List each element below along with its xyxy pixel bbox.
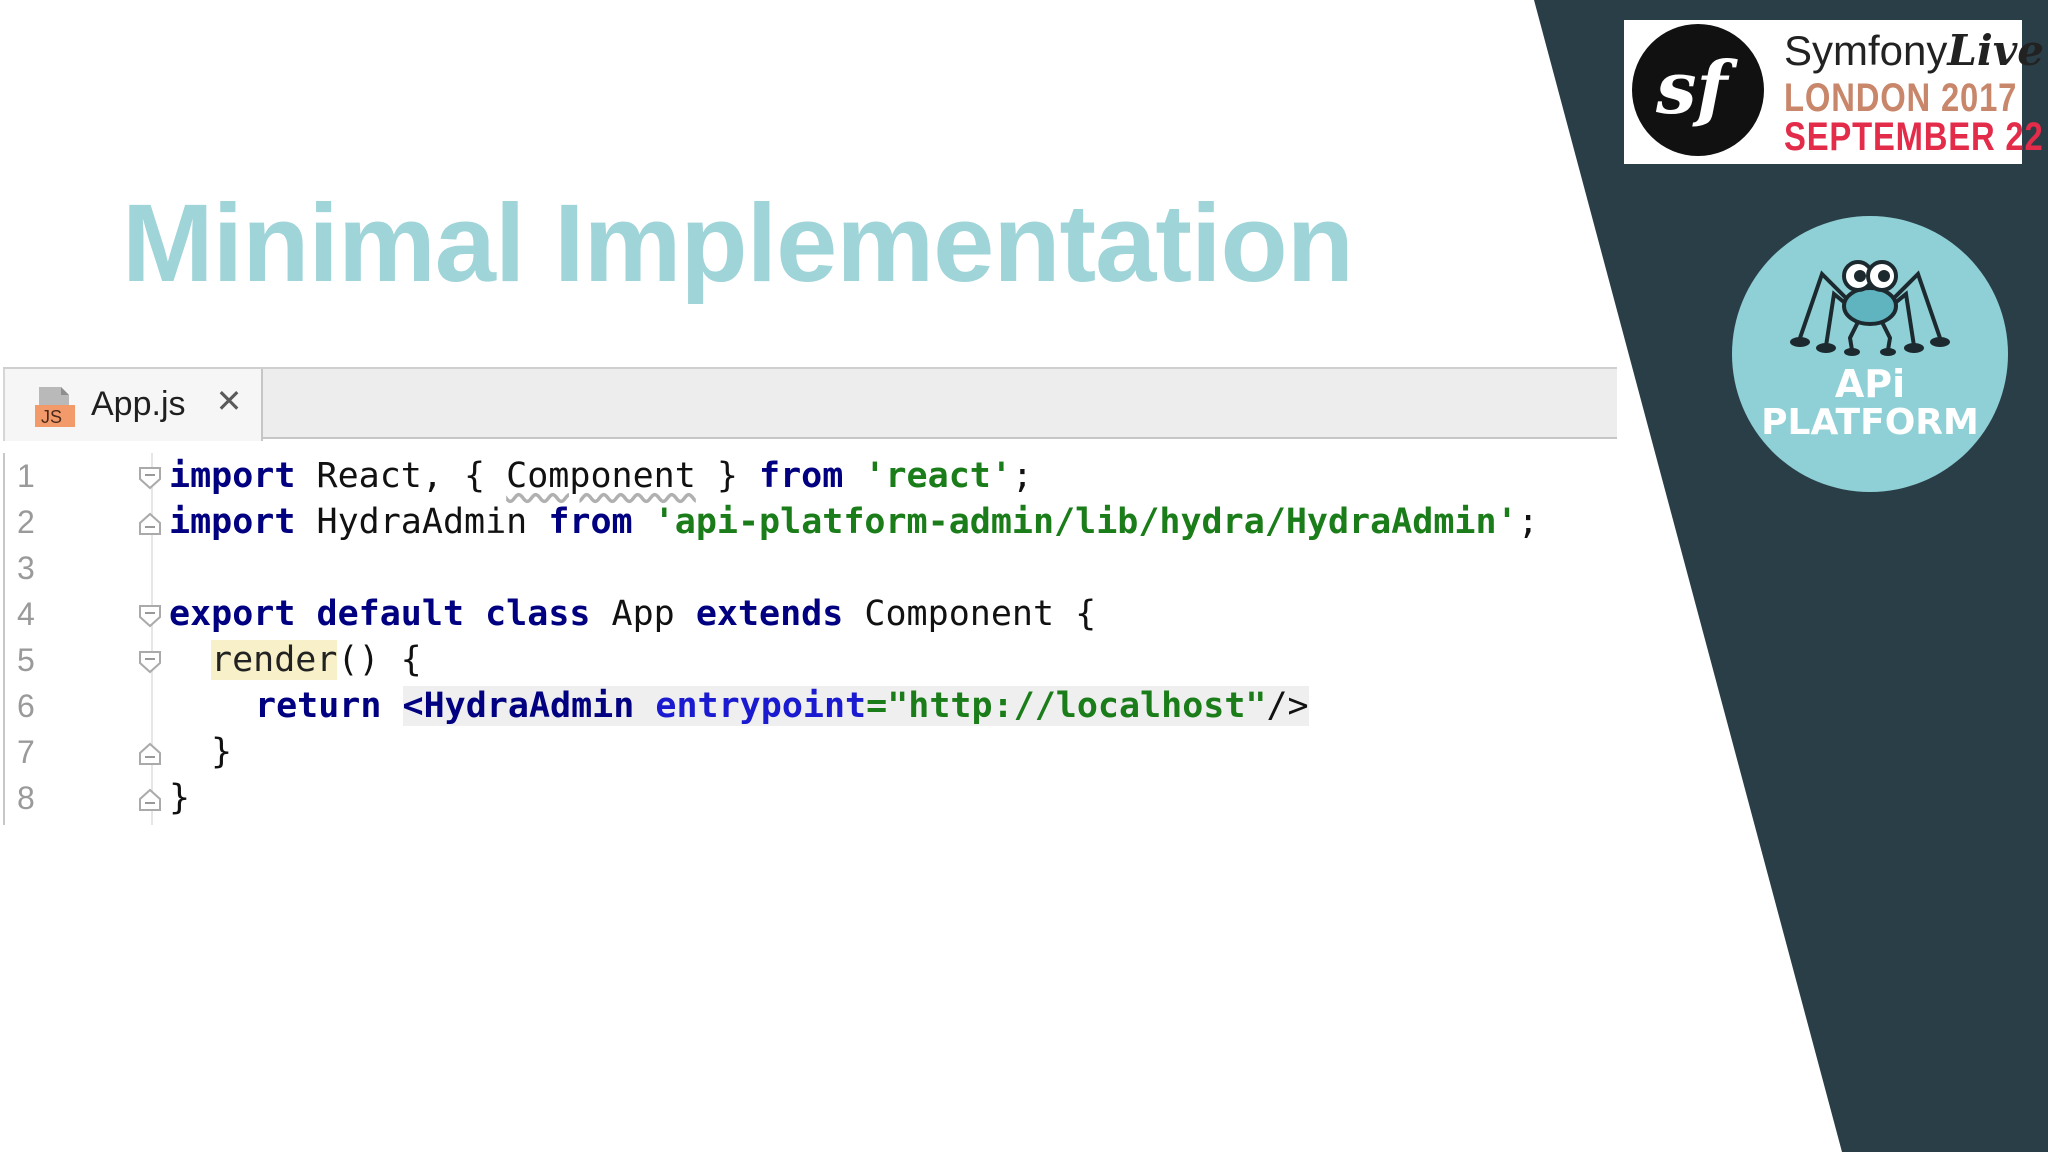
symfonylive-logo: sf SymfonyLive LONDON 2017 SEPTEMBER 22: [1624, 20, 2044, 164]
token-keyword: from: [759, 456, 844, 496]
code-line-7[interactable]: 7 }: [3, 729, 1617, 775]
line-number: 3: [17, 550, 35, 586]
token-plain: App: [590, 594, 696, 634]
line-number: 1: [17, 458, 35, 494]
token-keyword: export: [169, 594, 296, 634]
token-jsx-tag: <HydraAdmin: [402, 686, 635, 726]
line-number: 7: [17, 734, 35, 770]
token-jsx-attribute: entrypoint: [655, 686, 867, 726]
symfonylive-wordmark: SymfonyLive: [1784, 26, 2045, 75]
js-badge-text: JS: [41, 407, 62, 427]
token-identifier: Component: [506, 456, 696, 496]
token-punctuation: ;: [1011, 456, 1033, 496]
code-line-1[interactable]: 1 import React, { Component } from 'reac…: [3, 453, 1617, 499]
token-keyword: import: [169, 456, 296, 496]
token-string: 'api-platform-admin/lib/hydra/HydraAdmin…: [653, 502, 1518, 542]
code-line-5[interactable]: 5 render() {: [3, 637, 1617, 683]
token-keyword: return: [255, 686, 382, 726]
slide-title: Minimal Implementation: [122, 182, 1354, 305]
fold-close-icon[interactable]: [137, 741, 163, 767]
token-string: "http://localhost": [887, 686, 1267, 726]
fold-close-icon[interactable]: [137, 787, 163, 813]
api-platform-logo: APi PLATFORM: [1732, 216, 2008, 492]
editor-tab-bar: JS App.js ✕: [3, 367, 1617, 441]
code-line-3[interactable]: 3: [3, 545, 1617, 591]
token-keyword: from: [548, 502, 633, 542]
code-line-2[interactable]: 2 import HydraAdmin from 'api-platform-a…: [3, 499, 1617, 545]
tab-label: App.js: [91, 385, 186, 423]
line-number: 5: [17, 642, 35, 678]
token-punctuation: ;: [1517, 502, 1539, 542]
code-line-4[interactable]: 4 export default class App extends Compo…: [3, 591, 1617, 637]
line-number: 4: [17, 596, 35, 632]
line-number: 8: [17, 780, 35, 816]
symfony-monogram-icon: sf: [1632, 24, 1764, 156]
fold-open-icon[interactable]: [137, 465, 163, 491]
token-keyword: class: [485, 594, 591, 634]
token-plain: }: [695, 456, 760, 496]
line-number: 6: [17, 688, 35, 724]
code-line-8[interactable]: 8 }: [3, 775, 1617, 821]
token-method-highlighted: render: [211, 640, 338, 680]
token-keyword: default: [316, 594, 465, 634]
code-line-6[interactable]: 6 return <HydraAdmin entrypoint="http://…: [3, 683, 1617, 729]
token-plain: Component {: [843, 594, 1097, 634]
line-number: 2: [17, 504, 35, 540]
fold-close-icon[interactable]: [137, 511, 163, 537]
code-editor: JS App.js ✕ 1 import React, { Component …: [3, 367, 1617, 825]
token-brace: }: [211, 732, 233, 772]
spider-mascot-icon: [1790, 260, 1950, 356]
token-string: 'react': [864, 456, 1012, 496]
fold-open-icon[interactable]: [137, 649, 163, 675]
token-brace: }: [169, 778, 191, 818]
token-plain: () {: [337, 640, 422, 680]
token-plain: HydraAdmin: [295, 502, 549, 542]
token-keyword: extends: [695, 594, 844, 634]
token-punctuation: =: [866, 686, 888, 726]
token-plain: React, {: [295, 456, 507, 496]
api-logo-line2: PLATFORM: [1761, 402, 1979, 443]
close-icon[interactable]: ✕: [213, 385, 245, 417]
fold-open-icon[interactable]: [137, 603, 163, 629]
tab-app-js[interactable]: JS App.js ✕: [3, 369, 263, 441]
js-file-icon: JS: [35, 387, 75, 427]
event-date: SEPTEMBER 22: [1784, 115, 2044, 159]
token-keyword: import: [169, 502, 296, 542]
token-jsx-close: />: [1266, 686, 1309, 726]
api-logo-line1: APi: [1834, 362, 1906, 406]
